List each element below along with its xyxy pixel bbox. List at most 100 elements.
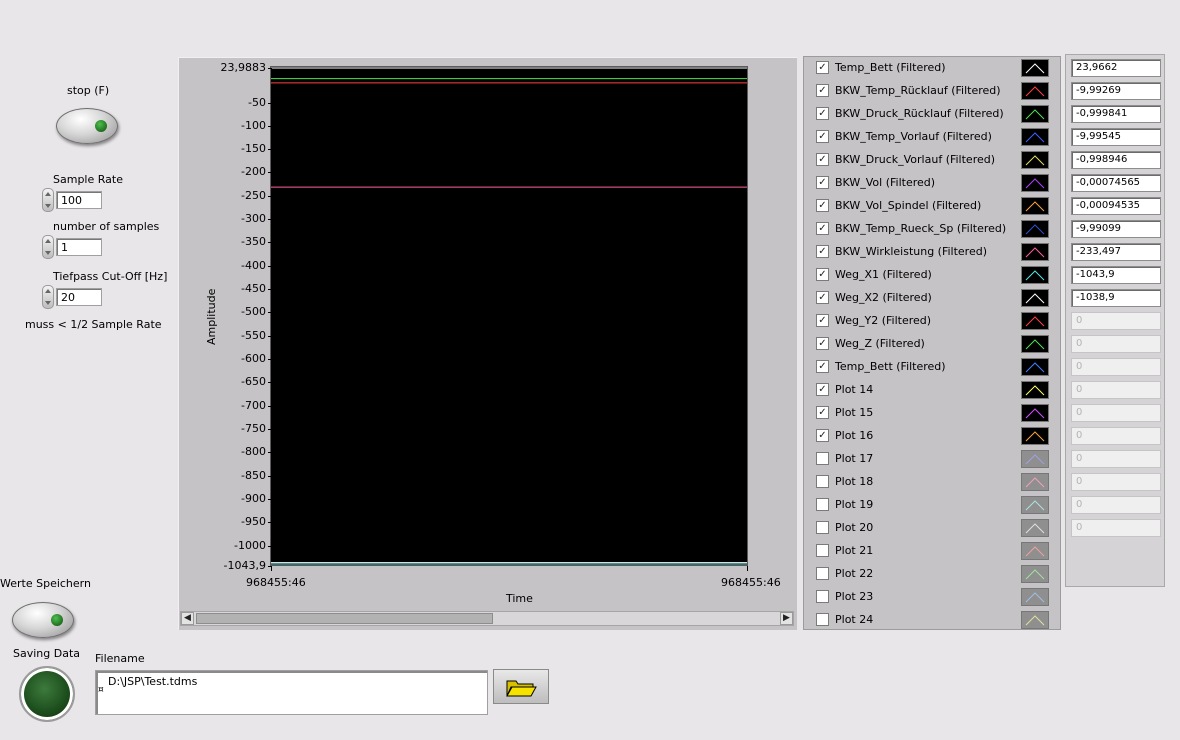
legend-item[interactable]: ✓ BKW_Vol_Spindel (Filtered) bbox=[804, 195, 1060, 218]
legend-item[interactable]: ✓ BKW_Druck_Vorlauf (Filtered) bbox=[804, 149, 1060, 172]
plot-style-swatch-icon[interactable] bbox=[1021, 473, 1049, 491]
legend-checkbox[interactable] bbox=[816, 590, 829, 603]
legend-checkbox[interactable]: ✓ bbox=[816, 360, 829, 373]
legend-item[interactable]: ✓ BKW_Temp_Rueck_Sp (Filtered) bbox=[804, 218, 1060, 241]
legend-item[interactable]: Plot 21 bbox=[804, 540, 1060, 563]
legend-item[interactable]: ✓ Temp_Bett (Filtered) bbox=[804, 356, 1060, 379]
legend-checkbox[interactable]: ✓ bbox=[816, 268, 829, 281]
x-axis-label: Time bbox=[506, 592, 533, 605]
legend-item[interactable]: ✓ BKW_Wirkleistung (Filtered) bbox=[804, 241, 1060, 264]
legend-checkbox[interactable]: ✓ bbox=[816, 314, 829, 327]
legend-item[interactable]: ✓ Weg_X1 (Filtered) bbox=[804, 264, 1060, 287]
legend-item[interactable]: ✓ BKW_Druck_Rücklauf (Filtered) bbox=[804, 103, 1060, 126]
legend-item[interactable]: Plot 23 bbox=[804, 586, 1060, 609]
plot-style-swatch-icon[interactable] bbox=[1021, 496, 1049, 514]
scroll-thumb[interactable] bbox=[196, 613, 493, 624]
num-samples-control[interactable]: 1 bbox=[42, 235, 102, 259]
plot-style-swatch-icon[interactable] bbox=[1021, 312, 1049, 330]
legend-item[interactable]: ✓ BKW_Temp_Vorlauf (Filtered) bbox=[804, 126, 1060, 149]
filename-field[interactable]: ¤ D:\JSP\Test.tdms bbox=[95, 670, 488, 715]
plot-style-swatch-icon[interactable] bbox=[1021, 82, 1049, 100]
legend-checkbox[interactable] bbox=[816, 567, 829, 580]
plot-style-swatch-icon[interactable] bbox=[1021, 266, 1049, 284]
plot-style-swatch-icon[interactable] bbox=[1021, 450, 1049, 468]
legend-item[interactable]: Plot 24 bbox=[804, 609, 1060, 632]
num-samples-spinner[interactable] bbox=[42, 235, 54, 259]
legend-checkbox[interactable]: ✓ bbox=[816, 130, 829, 143]
legend-checkbox[interactable] bbox=[816, 452, 829, 465]
legend-checkbox[interactable]: ✓ bbox=[816, 337, 829, 350]
legend-item[interactable]: Plot 17 bbox=[804, 448, 1060, 471]
legend-checkbox[interactable]: ✓ bbox=[816, 61, 829, 74]
legend-item[interactable]: ✓ Weg_X2 (Filtered) bbox=[804, 287, 1060, 310]
legend-checkbox[interactable]: ✓ bbox=[816, 176, 829, 189]
scroll-right-icon[interactable]: ▶ bbox=[780, 612, 793, 625]
plot-style-swatch-icon[interactable] bbox=[1021, 611, 1049, 629]
legend-checkbox[interactable] bbox=[816, 613, 829, 626]
legend-checkbox[interactable] bbox=[816, 475, 829, 488]
legend-checkbox[interactable]: ✓ bbox=[816, 107, 829, 120]
plot-style-swatch-icon[interactable] bbox=[1021, 427, 1049, 445]
legend-checkbox[interactable]: ✓ bbox=[816, 291, 829, 304]
y-tick-mark bbox=[268, 68, 272, 69]
plot-style-swatch-icon[interactable] bbox=[1021, 220, 1049, 238]
legend-item[interactable]: Plot 18 bbox=[804, 471, 1060, 494]
plot-style-swatch-icon[interactable] bbox=[1021, 243, 1049, 261]
plot-style-swatch-icon[interactable] bbox=[1021, 289, 1049, 307]
sample-rate-label: Sample Rate bbox=[53, 173, 123, 186]
legend-item[interactable]: ✓ BKW_Temp_Rücklauf (Filtered) bbox=[804, 80, 1060, 103]
legend-checkbox[interactable]: ✓ bbox=[816, 84, 829, 97]
sample-rate-input[interactable]: 100 bbox=[56, 191, 102, 209]
plot-style-swatch-icon[interactable] bbox=[1021, 404, 1049, 422]
plot-style-swatch-icon[interactable] bbox=[1021, 59, 1049, 77]
plot-style-swatch-icon[interactable] bbox=[1021, 105, 1049, 123]
cutoff-control[interactable]: 20 bbox=[42, 285, 102, 309]
legend-item[interactable]: ✓ Plot 16 bbox=[804, 425, 1060, 448]
legend-item[interactable]: ✓ Weg_Y2 (Filtered) bbox=[804, 310, 1060, 333]
sample-rate-spinner[interactable] bbox=[42, 188, 54, 212]
legend-item[interactable]: Plot 22 bbox=[804, 563, 1060, 586]
cutoff-input[interactable]: 20 bbox=[56, 288, 102, 306]
legend-item[interactable]: Plot 20 bbox=[804, 517, 1060, 540]
plot-style-swatch-icon[interactable] bbox=[1021, 151, 1049, 169]
plot-style-swatch-icon[interactable] bbox=[1021, 588, 1049, 606]
stop-button[interactable] bbox=[56, 108, 118, 144]
legend-checkbox[interactable] bbox=[816, 521, 829, 534]
legend-item[interactable]: ✓ Weg_Z (Filtered) bbox=[804, 333, 1060, 356]
plot-style-swatch-icon[interactable] bbox=[1021, 565, 1049, 583]
horizontal-scrollbar[interactable]: ◀ ▶ bbox=[180, 611, 794, 626]
sample-rate-control[interactable]: 100 bbox=[42, 188, 102, 212]
cutoff-note: muss < 1/2 Sample Rate bbox=[25, 318, 162, 331]
legend-checkbox[interactable] bbox=[816, 498, 829, 511]
plot-style-swatch-icon[interactable] bbox=[1021, 519, 1049, 537]
legend-checkbox[interactable]: ✓ bbox=[816, 153, 829, 166]
legend-item[interactable]: ✓ Temp_Bett (Filtered) bbox=[804, 57, 1060, 80]
legend-checkbox[interactable] bbox=[816, 544, 829, 557]
legend-checkbox[interactable]: ✓ bbox=[816, 245, 829, 258]
plot-style-swatch-icon[interactable] bbox=[1021, 174, 1049, 192]
plot-style-swatch-icon[interactable] bbox=[1021, 335, 1049, 353]
plot-area[interactable] bbox=[270, 66, 748, 566]
plot-style-swatch-icon[interactable] bbox=[1021, 381, 1049, 399]
y-tick-mark bbox=[268, 172, 272, 174]
legend-checkbox[interactable]: ✓ bbox=[816, 406, 829, 419]
plot-style-swatch-icon[interactable] bbox=[1021, 542, 1049, 560]
legend-checkbox[interactable]: ✓ bbox=[816, 222, 829, 235]
y-tick-label: -50 bbox=[248, 95, 266, 109]
legend-checkbox[interactable]: ✓ bbox=[816, 199, 829, 212]
legend-item[interactable]: Plot 19 bbox=[804, 494, 1060, 517]
legend-item[interactable]: ✓ BKW_Vol (Filtered) bbox=[804, 172, 1060, 195]
save-values-button[interactable] bbox=[12, 602, 74, 638]
plot-style-swatch-icon[interactable] bbox=[1021, 197, 1049, 215]
num-samples-input[interactable]: 1 bbox=[56, 238, 102, 256]
browse-button[interactable] bbox=[493, 669, 549, 704]
plot-style-swatch-icon[interactable] bbox=[1021, 358, 1049, 376]
legend-checkbox[interactable]: ✓ bbox=[816, 383, 829, 396]
scroll-left-icon[interactable]: ◀ bbox=[181, 612, 194, 625]
legend-item[interactable]: ✓ Plot 14 bbox=[804, 379, 1060, 402]
plot-style-swatch-icon[interactable] bbox=[1021, 128, 1049, 146]
x-tick-start bbox=[271, 566, 272, 571]
cutoff-spinner[interactable] bbox=[42, 285, 54, 309]
legend-checkbox[interactable]: ✓ bbox=[816, 429, 829, 442]
legend-item[interactable]: ✓ Plot 15 bbox=[804, 402, 1060, 425]
